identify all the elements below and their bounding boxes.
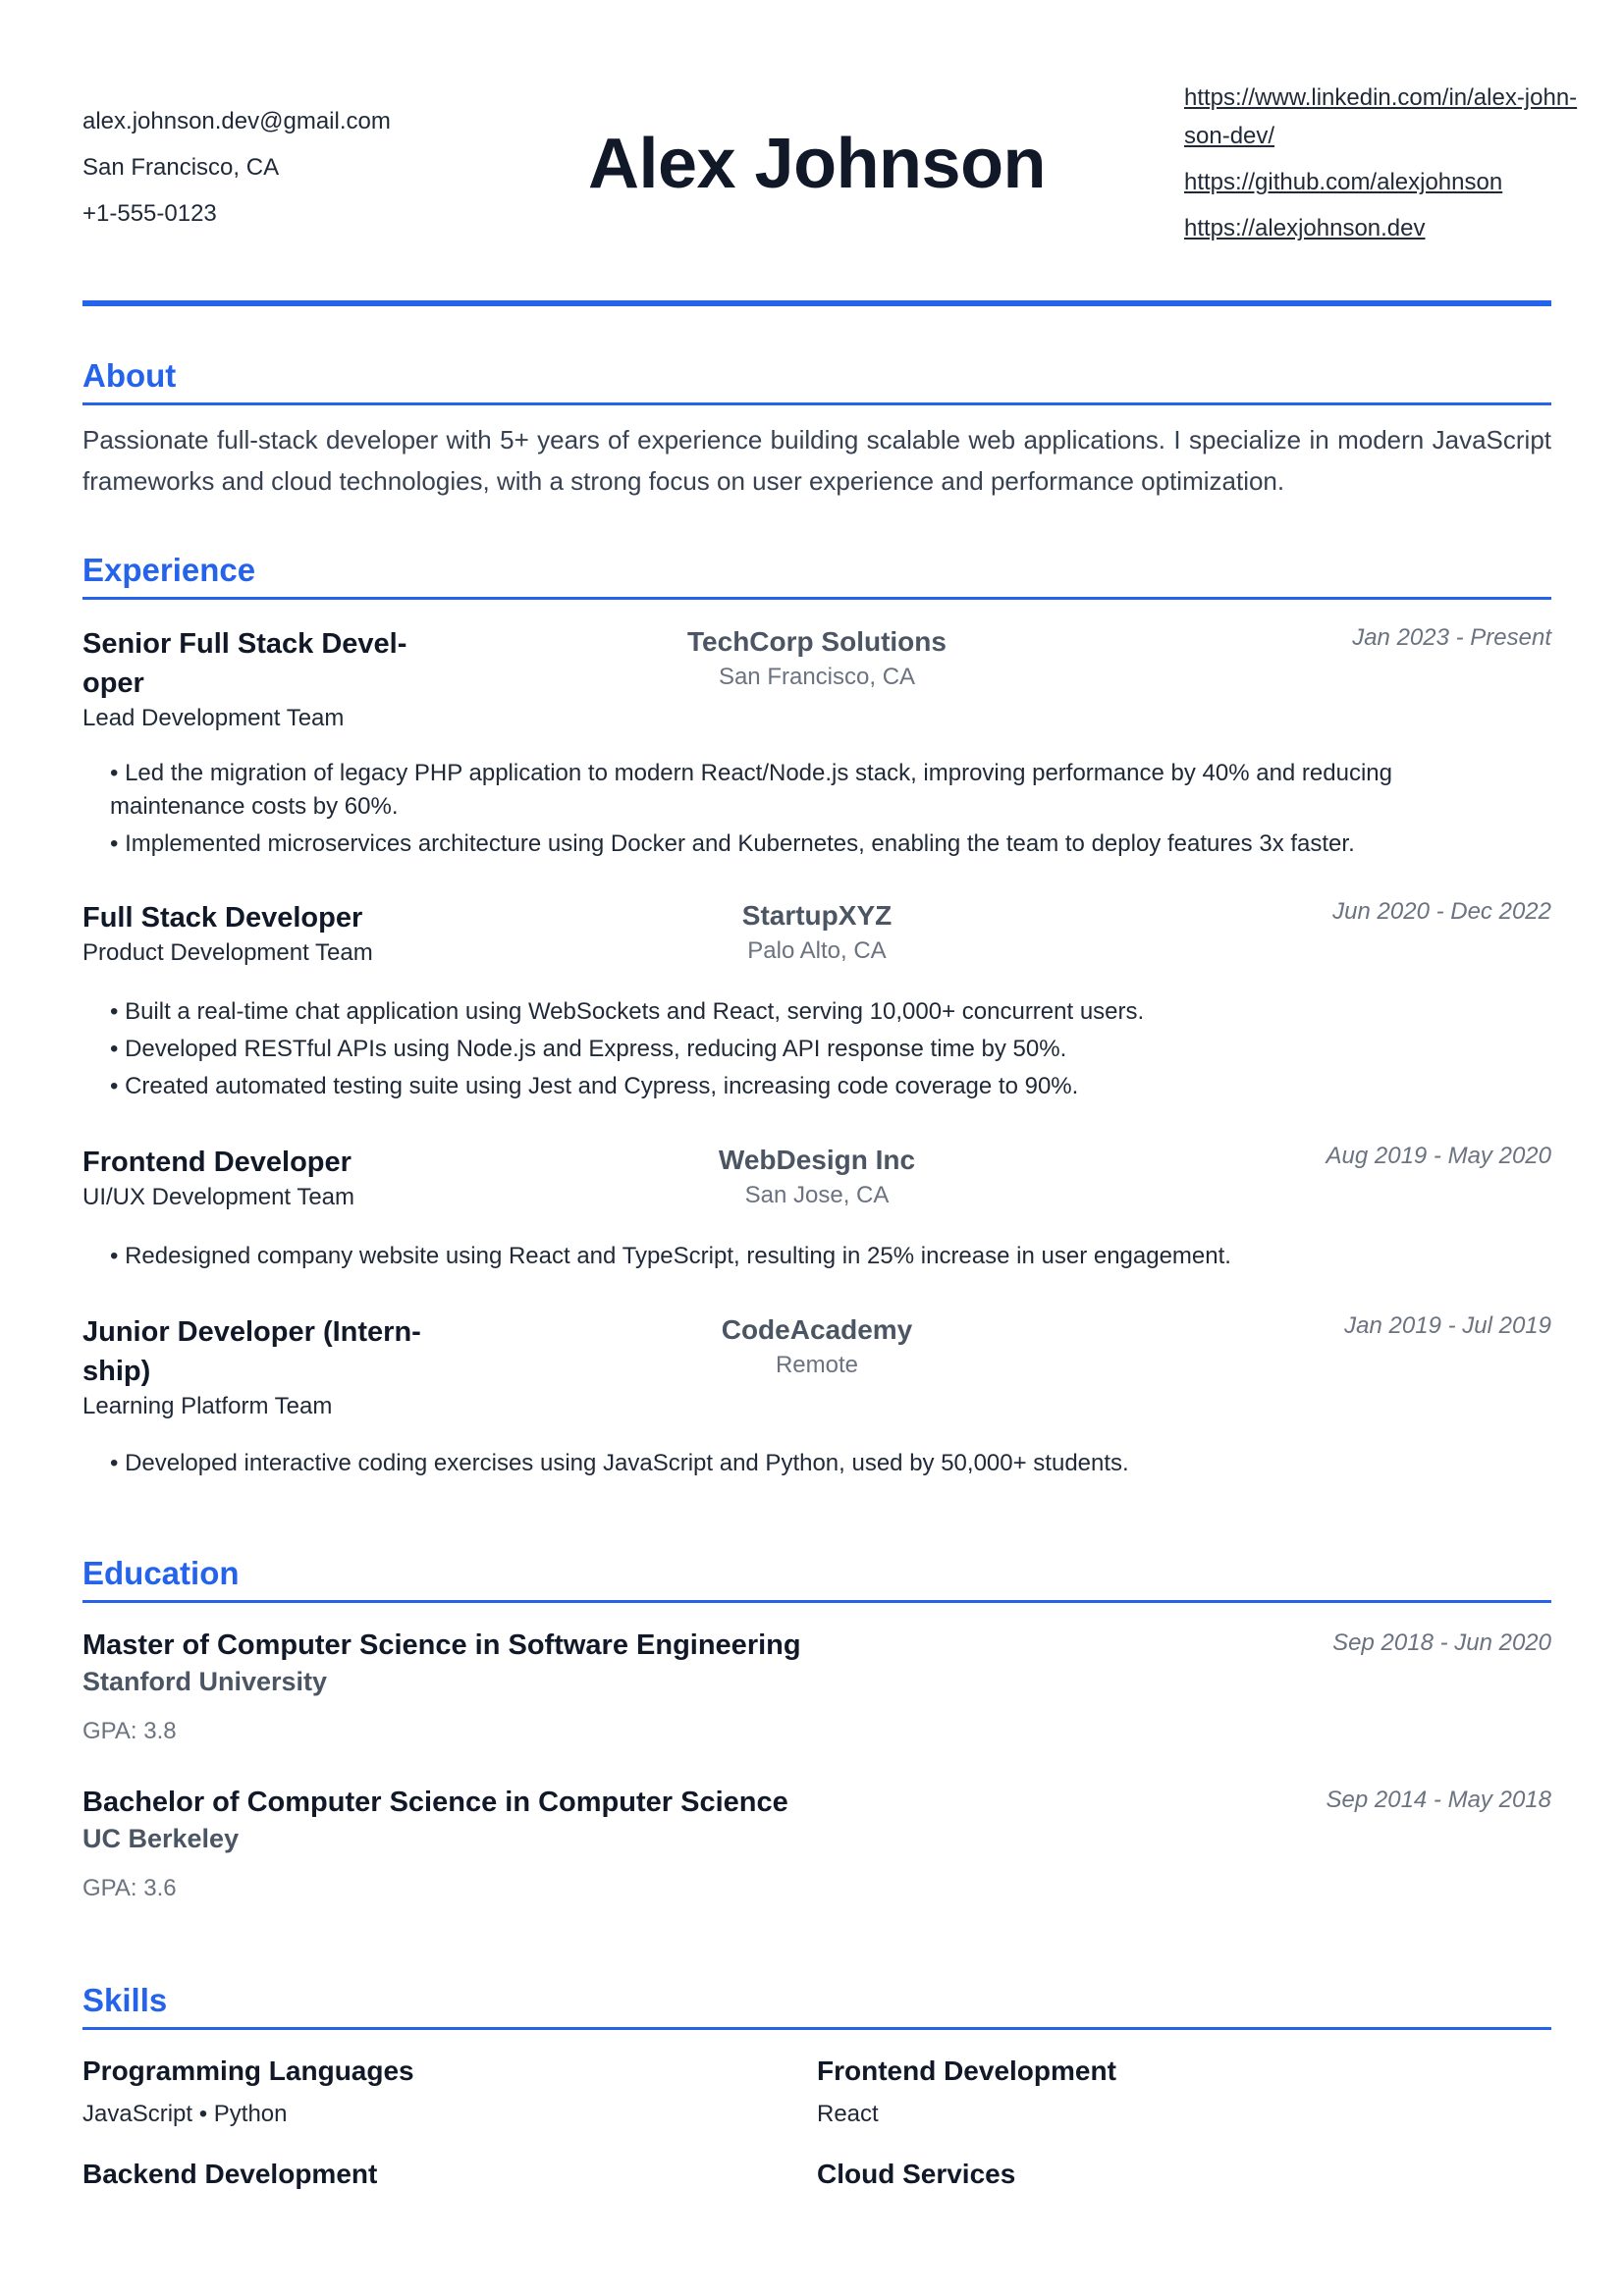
edu-degree: Master of Computer Science in Software E… — [82, 1629, 801, 1661]
skill-category: Programming Languages JavaScript • Pytho… — [82, 2056, 770, 2128]
about-heading: About — [82, 357, 1551, 405]
header-divider — [82, 300, 1551, 306]
skills-heading: Skills — [82, 1982, 1551, 2030]
skill-category-name: Backend Development — [82, 2159, 378, 2189]
job-bullet: • Built a real-time chat application usi… — [110, 998, 1145, 1025]
job-bullet: • Created automated testing suite using … — [110, 1073, 1079, 1099]
skills-section: Skills — [82, 1982, 1551, 2030]
linkedin-link-line1: https://www.linkedin.com/in/alex-john- — [1184, 84, 1578, 111]
job-company: WebDesign Inc — [718, 1145, 916, 1175]
experience-heading: Experience — [82, 552, 1551, 600]
edu-degree: Bachelor of Computer Science in Computer… — [82, 1787, 788, 1818]
job-dates: Jun 2020 - Dec 2022 — [1332, 898, 1551, 925]
edu-dates: Sep 2018 - Jun 2020 — [1332, 1629, 1551, 1656]
edu-school: UC Berkeley — [82, 1824, 240, 1853]
edu-school: Stanford University — [82, 1667, 328, 1696]
experience-section: Experience — [82, 552, 1551, 600]
skill-category: Backend Development — [82, 2159, 770, 2204]
job-company: CodeAcademy — [721, 1314, 913, 1345]
job-bullet: • Developed RESTful APIs using Node.js a… — [110, 1036, 1067, 1062]
job-bullets: • Led the migration of legacy PHP applic… — [110, 757, 1524, 865]
resume-header: alex.johnson.dev@gmail.com San Francisco… — [82, 0, 1577, 306]
skill-category: Cloud Services — [817, 2159, 1504, 2204]
about-text: Passionate full-stack developer with 5+ … — [82, 425, 1551, 496]
edu-gpa: GPA: 3.8 — [82, 1718, 177, 1744]
job-team: Product Development Team — [82, 939, 373, 966]
skill-items: React — [817, 2101, 879, 2127]
resume-page: alex.johnson.dev@gmail.com San Francisco… — [82, 0, 1577, 2189]
website-link[interactable]: https://alexjohnson.dev — [1184, 209, 1597, 247]
skill-category-name: Cloud Services — [817, 2159, 1016, 2189]
skill-items: JavaScript • Python — [82, 2101, 288, 2127]
education-section: Education — [82, 1555, 1551, 1603]
education-heading: Education — [82, 1555, 1551, 1603]
job-location: Remote — [775, 1352, 859, 1378]
skill-category-name: Programming Languages — [82, 2056, 414, 2086]
job-dates: Aug 2019 - May 2020 — [1326, 1143, 1552, 1169]
job-company: StartupXYZ — [741, 900, 893, 931]
job-company: TechCorp Solutions — [687, 626, 947, 657]
edu-gpa: GPA: 3.6 — [82, 1875, 177, 1901]
job-title: Senior Full Stack Devel- oper — [82, 624, 475, 703]
job-dates: Jan 2023 - Present — [1352, 624, 1551, 651]
job-bullet: • Redesigned company website using React… — [110, 1243, 1231, 1269]
job-title: Junior Developer (Intern- ship) — [82, 1312, 475, 1391]
linkedin-link[interactable]: https://www.linkedin.com/in/alex-john- s… — [1184, 79, 1597, 155]
linkedin-link-line2: son-dev/ — [1184, 123, 1275, 149]
job-team: UI/UX Development Team — [82, 1184, 355, 1210]
job-title-line2: ship) — [82, 1356, 151, 1387]
contact-links: https://www.linkedin.com/in/alex-john- s… — [1184, 79, 1597, 255]
job-team: Lead Development Team — [82, 705, 345, 731]
job-bullets: • Developed interactive coding exercises… — [110, 1447, 1524, 1484]
job-dates: Jan 2019 - Jul 2019 — [1344, 1312, 1551, 1339]
skill-category-name: Frontend Development — [817, 2056, 1116, 2086]
about-section: About Passionate full-stack developer wi… — [82, 357, 1551, 502]
job-bullet: • Led the migration of legacy PHP applic… — [110, 760, 1392, 820]
job-title-line1: Senior Full Stack Devel- — [82, 628, 407, 660]
job-team: Learning Platform Team — [82, 1393, 333, 1419]
job-location: Palo Alto, CA — [747, 937, 887, 964]
github-link[interactable]: https://github.com/alexjohnson — [1184, 163, 1597, 201]
skill-category: Frontend Development React — [817, 2056, 1504, 2128]
job-title-line2: oper — [82, 667, 144, 699]
job-bullet: • Implemented microservices architecture… — [110, 830, 1355, 857]
edu-dates: Sep 2014 - May 2018 — [1326, 1787, 1552, 1813]
job-bullets: • Redesigned company website using React… — [110, 1240, 1524, 1277]
job-location: San Francisco, CA — [718, 664, 916, 690]
job-bullets: • Built a real-time chat application usi… — [110, 995, 1524, 1107]
job-location: San Jose, CA — [744, 1182, 890, 1208]
job-bullet: • Developed interactive coding exercises… — [110, 1450, 1129, 1476]
job-title-line1: Junior Developer (Intern- — [82, 1316, 421, 1348]
